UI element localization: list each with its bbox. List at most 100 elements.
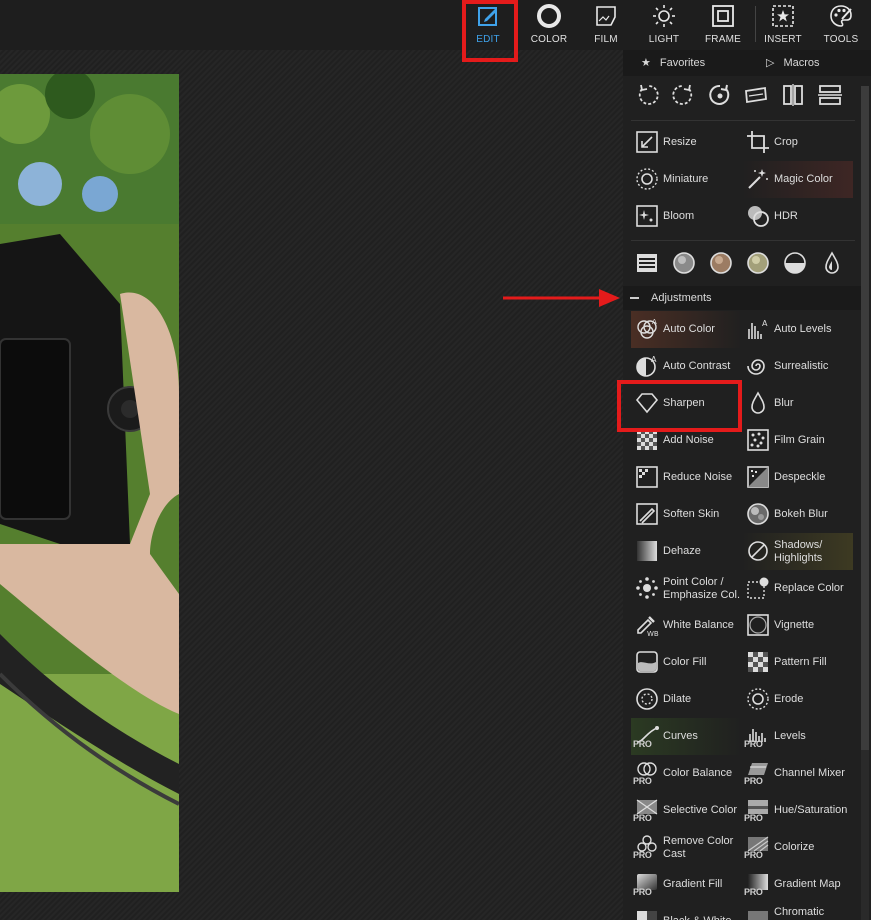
dilate-icon: [636, 688, 658, 710]
straighten-icon[interactable]: [743, 82, 769, 108]
color-balance-tool[interactable]: PRO Color Balance: [631, 755, 742, 792]
rotate-right-icon[interactable]: [670, 82, 696, 108]
reduce-noise-label: Reduce Noise: [663, 471, 733, 483]
flip-vertical-icon[interactable]: [817, 82, 843, 108]
auto-levels-icon: A: [748, 319, 768, 339]
white-balance-label: White Balance: [663, 619, 734, 631]
gradient-fill-tool[interactable]: PRO Gradient Fill: [631, 866, 742, 903]
macros-tab-label: Macros: [783, 57, 820, 69]
pro-badge: PRO: [633, 776, 652, 786]
despeckle-tool[interactable]: Despeckle: [742, 459, 853, 496]
color-icon: [537, 4, 561, 28]
pro-badge: PRO: [633, 850, 652, 860]
auto-color-icon: A: [637, 318, 657, 339]
list-icon[interactable]: [635, 251, 659, 275]
miniature-tool[interactable]: Miniature: [631, 161, 742, 198]
film-tab[interactable]: FILM: [579, 0, 633, 50]
blur-tool[interactable]: Blur: [742, 385, 853, 422]
channel-mixer-tool[interactable]: PRO Channel Mixer: [742, 755, 853, 792]
svg-text:A: A: [652, 318, 657, 326]
dehaze-tool[interactable]: Dehaze: [631, 533, 742, 570]
dilate-tool[interactable]: Dilate: [631, 681, 742, 718]
crop-label: Crop: [774, 136, 798, 148]
curves-tool[interactable]: PRO Curves: [631, 718, 742, 755]
crop-tool[interactable]: Crop: [742, 124, 853, 161]
point-color-label: Point Color / Emphasize Col.: [663, 575, 741, 601]
colorize-tool[interactable]: PRO Colorize: [742, 829, 853, 866]
panel-scrollbar[interactable]: [861, 86, 869, 920]
edit-highlight-box: [462, 0, 518, 62]
resize-tool[interactable]: Resize: [631, 124, 742, 161]
gradient-map-tool[interactable]: PRO Gradient Map: [742, 866, 853, 903]
adjustments-header[interactable]: Adjustments: [623, 286, 861, 310]
blur-label: Blur: [774, 397, 794, 409]
rotate-left-icon[interactable]: [635, 82, 661, 108]
favorites-tab[interactable]: ★ Favorites: [641, 50, 705, 76]
sphere-tan-icon[interactable]: [709, 251, 733, 275]
adjustments-title: Adjustments: [651, 292, 712, 304]
pro-badge: PRO: [744, 813, 763, 823]
color-fill-tool[interactable]: Color Fill: [631, 644, 742, 681]
surrealistic-tool[interactable]: Surrealistic: [742, 348, 853, 385]
film-grain-tool[interactable]: Film Grain: [742, 422, 853, 459]
camera-photo-image: [0, 74, 179, 892]
light-tab[interactable]: LIGHT: [637, 0, 691, 50]
despeckle-icon: [747, 466, 769, 488]
point-color-tool[interactable]: Point Color / Emphasize Col.: [631, 570, 742, 607]
crop-icon: [747, 131, 769, 153]
frame-tab[interactable]: FRAME: [696, 0, 750, 50]
rotate-free-icon[interactable]: [707, 82, 733, 108]
color-fill-icon: [636, 651, 658, 673]
pro-badge: PRO: [633, 739, 652, 749]
blur-icon: [751, 391, 765, 414]
surrealistic-label: Surrealistic: [774, 360, 829, 372]
macros-tab[interactable]: ▷ Macros: [766, 50, 820, 76]
bokeh-blur-tool[interactable]: Bokeh Blur: [742, 496, 853, 533]
color-fill-label: Color Fill: [663, 656, 707, 668]
shadows-highlights-tool[interactable]: Shadows/ Highlights: [742, 533, 853, 570]
reduce-noise-icon: [636, 466, 658, 488]
annotation-arrow-icon: [503, 289, 620, 307]
drop-icon[interactable]: [820, 251, 844, 275]
tools-tab[interactable]: TOOLS: [814, 0, 868, 50]
white-balance-tool[interactable]: WB White Balance: [631, 607, 742, 644]
gradient-fill-label: Gradient Fill: [663, 878, 723, 890]
magic-color-tool[interactable]: Magic Color: [742, 161, 853, 198]
chromatic-icon: [748, 911, 768, 920]
erode-tool[interactable]: Erode: [742, 681, 853, 718]
image-canvas[interactable]: [0, 50, 623, 920]
vignette-tool[interactable]: Vignette: [742, 607, 853, 644]
selective-color-tool[interactable]: PRO Selective Color: [631, 792, 742, 829]
bloom-label: Bloom: [663, 210, 695, 222]
film-tab-label: FILM: [594, 34, 618, 45]
pattern-fill-tool[interactable]: Pattern Fill: [742, 644, 853, 681]
scrollbar-thumb[interactable]: [861, 86, 869, 750]
insert-tab[interactable]: INSERT: [756, 0, 810, 50]
replace-color-tool[interactable]: Replace Color: [742, 570, 853, 607]
shadows-highlights-icon: [748, 541, 768, 561]
black-white-tool[interactable]: Black & White: [631, 903, 742, 920]
auto-levels-tool[interactable]: A Auto Levels: [742, 311, 853, 348]
hue-saturation-tool[interactable]: PRO Hue/Saturation: [742, 792, 853, 829]
flip-horizontal-icon[interactable]: [780, 82, 806, 108]
sphere-olive-icon[interactable]: [746, 251, 770, 275]
hdr-label: HDR: [774, 210, 798, 222]
color-tab[interactable]: COLOR: [522, 0, 576, 50]
levels-tool[interactable]: PRO Levels: [742, 718, 853, 755]
color-tab-label: COLOR: [530, 34, 568, 45]
remove-color-cast-tool[interactable]: PRO Remove Color Cast: [631, 829, 742, 866]
point-color-icon: [636, 577, 658, 599]
hdr-tool[interactable]: HDR: [742, 198, 853, 235]
half-circle-icon[interactable]: [783, 251, 807, 275]
reduce-noise-tool[interactable]: Reduce Noise: [631, 459, 742, 496]
sphere-gray-icon[interactable]: [672, 251, 696, 275]
rotate-tools-row: [631, 78, 855, 114]
soften-skin-tool[interactable]: Soften Skin: [631, 496, 742, 533]
chromatic-label: Chromatic: [774, 906, 825, 918]
pro-badge: PRO: [744, 776, 763, 786]
remove-color-cast-label: Remove Color Cast: [663, 834, 734, 860]
bloom-tool[interactable]: Bloom: [631, 198, 742, 235]
auto-color-tool[interactable]: A Auto Color: [631, 311, 742, 348]
star-icon: ★: [641, 57, 651, 69]
chromatic-tool[interactable]: Chromatic: [742, 903, 853, 920]
